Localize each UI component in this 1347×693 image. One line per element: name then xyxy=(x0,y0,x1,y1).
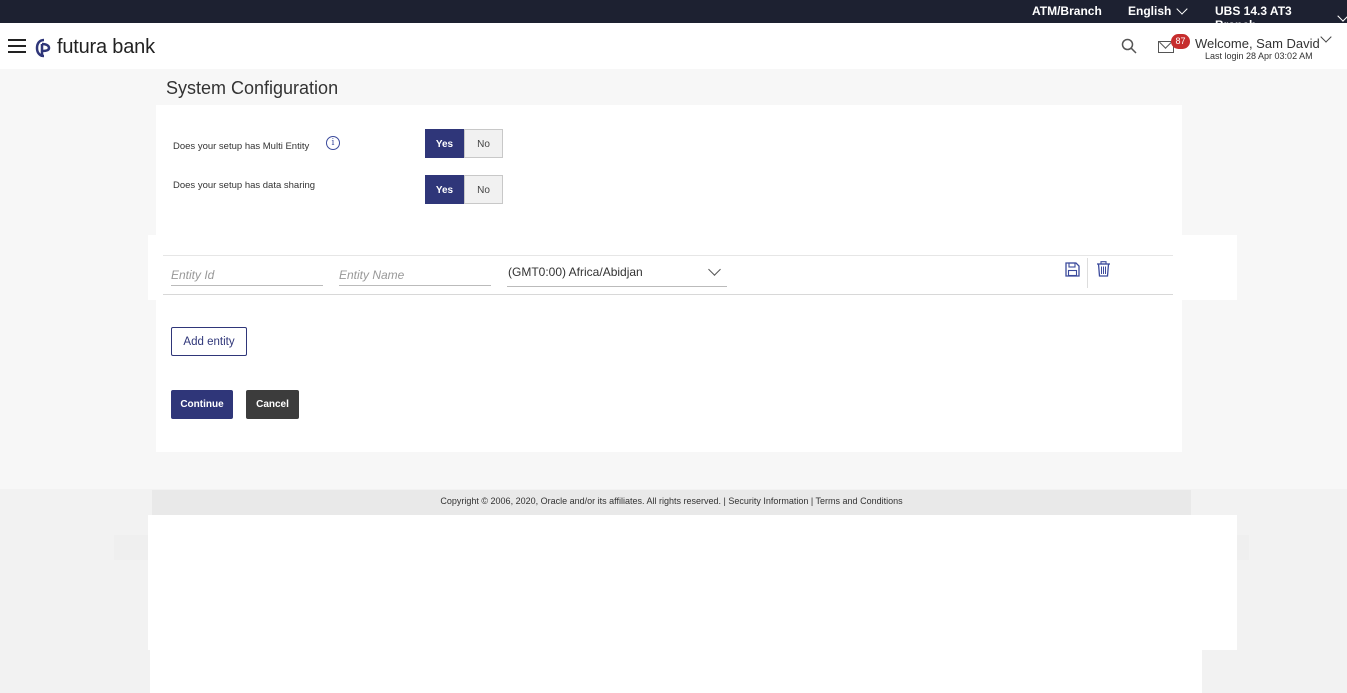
data-sharing-toggle: Yes No xyxy=(425,175,503,204)
multi-entity-toggle: Yes No xyxy=(425,129,503,158)
data-sharing-no[interactable]: No xyxy=(464,175,503,204)
chevron-down-icon xyxy=(1176,2,1189,15)
notification-badge: 87 xyxy=(1171,34,1190,49)
info-icon[interactable]: i xyxy=(326,136,340,150)
entity-id-input[interactable] xyxy=(171,264,323,286)
chevron-down-icon[interactable] xyxy=(1320,31,1332,43)
chevron-down-icon xyxy=(708,263,721,276)
continue-button[interactable]: Continue xyxy=(171,390,233,419)
multi-entity-no[interactable]: No xyxy=(464,129,503,158)
save-icon[interactable] xyxy=(1065,262,1080,277)
add-entity-button[interactable]: Add entity xyxy=(171,327,247,356)
background-panel xyxy=(150,650,1202,693)
multi-entity-label: Does your setup has Multi Entity xyxy=(173,141,310,152)
background-panel xyxy=(148,515,1237,650)
bank-logo[interactable]: futura bank xyxy=(35,36,155,59)
search-icon[interactable] xyxy=(1121,38,1137,54)
atm-branch-link[interactable]: ATM/Branch xyxy=(1032,4,1102,18)
futura-logo-icon xyxy=(35,38,51,57)
entity-row: (GMT0:00) Africa/Abidjan xyxy=(163,255,1173,295)
divider xyxy=(1087,258,1088,288)
top-strip: ATM/Branch English UBS 14.3 AT3 Branch xyxy=(0,0,1347,32)
footer: Copyright © 2006, 2020, Oracle and/or it… xyxy=(152,490,1191,515)
menu-icon[interactable] xyxy=(8,39,26,53)
page-title: System Configuration xyxy=(166,78,339,98)
entity-name-input[interactable] xyxy=(339,264,491,286)
data-sharing-label: Does your setup has data sharing xyxy=(173,180,316,191)
trash-icon[interactable] xyxy=(1096,261,1111,277)
last-login-text: Last login 28 Apr 03:02 AM xyxy=(1205,51,1313,61)
cancel-button[interactable]: Cancel xyxy=(246,390,299,419)
app-header: futura bank 87 Welcome, Sam David Last l… xyxy=(0,23,1347,69)
timezone-select[interactable]: (GMT0:00) Africa/Abidjan xyxy=(507,262,727,287)
data-sharing-yes[interactable]: Yes xyxy=(425,175,464,204)
chevron-down-icon xyxy=(1337,9,1347,22)
multi-entity-yes[interactable]: Yes xyxy=(425,129,464,158)
language-selector[interactable]: English xyxy=(1128,2,1189,18)
welcome-text[interactable]: Welcome, Sam David xyxy=(1195,36,1320,51)
